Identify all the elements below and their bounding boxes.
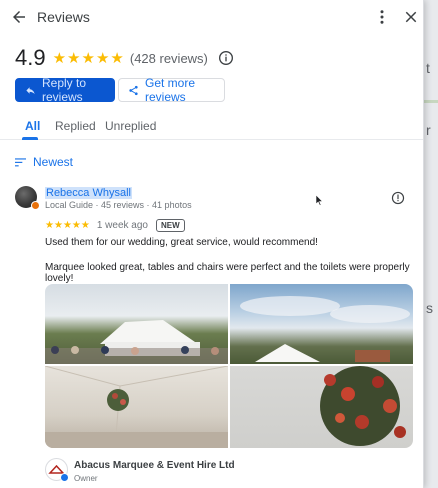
review-text-line-2: Marquee looked great, tables and chairs …: [45, 262, 410, 284]
reviewer-meta: Local Guide · 45 reviews · 41 photos: [45, 200, 192, 210]
star-icon: ★: [110, 49, 124, 67]
back-arrow-icon[interactable]: [10, 8, 28, 26]
rating-score: 4.9: [15, 45, 46, 70]
star-icon: ★: [45, 220, 54, 231]
reply-to-reviews-label: Reply to reviews: [42, 76, 87, 104]
review-text-line-1: Used them for our wedding, great service…: [45, 237, 318, 248]
close-icon[interactable]: [402, 8, 420, 26]
tab-all[interactable]: All: [25, 119, 40, 133]
local-guide-badge-icon: [31, 201, 40, 210]
panel-header: Reviews: [0, 0, 423, 34]
star-icon: ★: [53, 220, 63, 231]
info-icon[interactable]: [218, 50, 234, 66]
report-icon[interactable]: [391, 191, 405, 205]
more-vertical-icon[interactable]: [373, 8, 391, 26]
review-photo-marquee-sky[interactable]: [230, 284, 413, 364]
star-icon: ★: [62, 220, 72, 231]
review-photo-marquee-interior[interactable]: [45, 366, 228, 448]
review-rating-row: ★ ★ ★ ★ ★ 1 week ago NEW: [45, 219, 185, 232]
new-badge: NEW: [156, 219, 185, 232]
review-stars: ★ ★ ★ ★ ★: [45, 220, 90, 231]
verified-check-icon: [60, 473, 69, 482]
sort-dropdown[interactable]: Newest: [15, 155, 73, 169]
star-icon: ★: [67, 49, 81, 67]
map-text-fragment: r: [426, 122, 431, 138]
avatar[interactable]: [15, 186, 40, 210]
map-text-fragment: s: [426, 300, 433, 316]
rating-summary: 4.9 ★ ★ ★ ★ ★ (428 reviews): [15, 45, 234, 70]
star-icon: ★: [71, 220, 81, 231]
owner-name: Abacus Marquee & Event Hire Ltd: [74, 460, 235, 471]
owner-logo: [45, 458, 69, 482]
sort-icon: [15, 157, 26, 166]
share-icon: [129, 85, 138, 95]
mouse-cursor-icon: [316, 195, 324, 206]
review-photo-marquee-guests[interactable]: [45, 284, 228, 364]
tab-replied[interactable]: Replied: [55, 119, 96, 133]
review-time: 1 week ago: [96, 220, 148, 231]
sort-label: Newest: [33, 155, 74, 169]
star-icon: ★: [52, 49, 67, 67]
get-more-reviews-label: Get more reviews: [145, 76, 196, 104]
page-title: Reviews: [37, 9, 90, 25]
star-icon: ★: [80, 220, 90, 231]
star-icon: ★: [95, 49, 110, 67]
review-count: (428 reviews): [129, 50, 208, 66]
map-road: [424, 100, 438, 103]
star-icon: ★: [81, 49, 95, 67]
tab-unreplied[interactable]: Unreplied: [105, 119, 156, 133]
review-filter-tabs: All Replied Unreplied: [0, 110, 423, 140]
active-tab-indicator: [22, 137, 38, 140]
owner-role: Owner: [74, 474, 98, 483]
map-text-fragment: t: [426, 60, 430, 76]
rating-stars: ★ ★ ★ ★ ★: [53, 51, 125, 66]
review-photos: [45, 284, 413, 448]
reply-icon: [26, 86, 35, 94]
reviewer-name[interactable]: Rebecca Whysall: [45, 187, 132, 199]
reviews-panel: Reviews 4.9 ★ ★ ★ ★ ★ (428 reviews) Repl…: [0, 0, 424, 488]
review-photo-flowers[interactable]: [230, 366, 413, 448]
reply-to-reviews-button[interactable]: Reply to reviews: [15, 76, 115, 104]
get-more-reviews-button[interactable]: Get more reviews: [118, 76, 225, 104]
